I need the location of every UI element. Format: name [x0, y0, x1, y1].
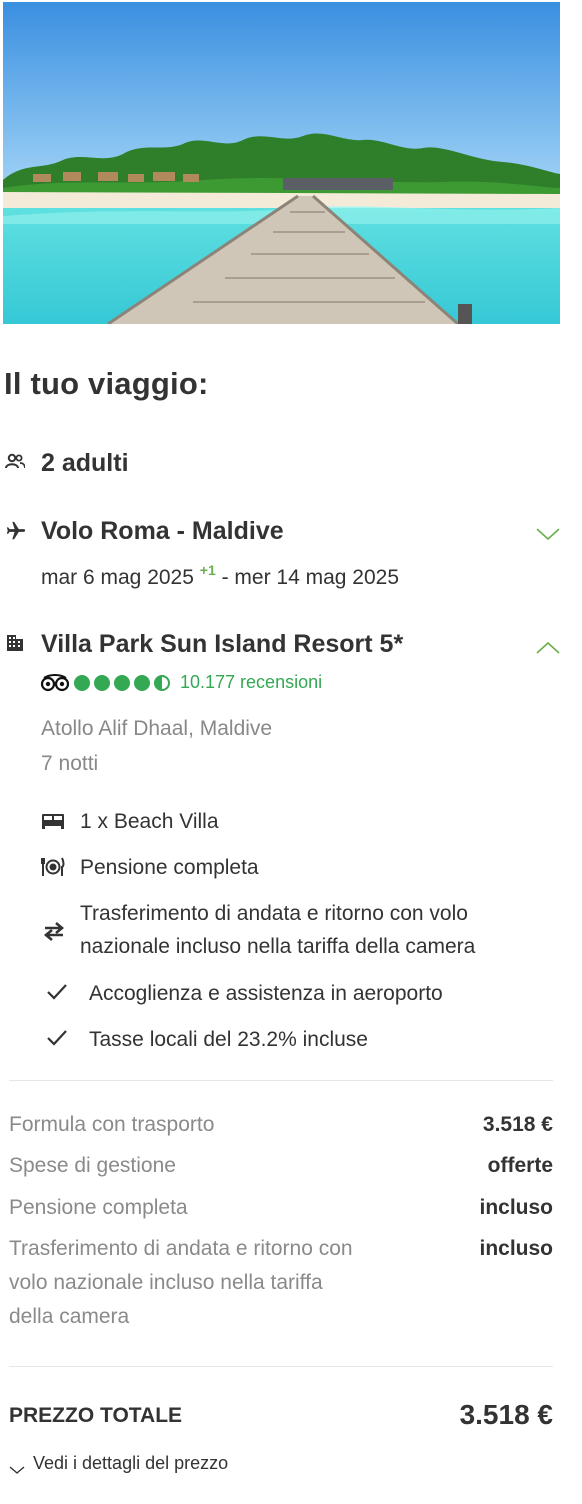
rating-dot-full	[134, 674, 150, 691]
flight-return-date: - mer 14 mag 2025	[221, 566, 400, 589]
rating-dot-full	[74, 674, 90, 691]
feature-board: Pensione completa	[80, 856, 259, 879]
hero-image	[3, 2, 560, 324]
chevron-down-icon	[9, 1459, 25, 1474]
flight-depart-date: mar 6 mag 2025	[41, 566, 194, 589]
price-row: Spese di gestione offerte	[9, 1149, 553, 1183]
flight-chevron-down-icon[interactable]	[535, 526, 561, 542]
hotel-nights: 7 notti	[41, 752, 99, 775]
price-value: incluso	[479, 1196, 553, 1219]
rating-dot-full	[94, 674, 110, 691]
hotel-rating[interactable]: 10.177 recensioni	[40, 672, 322, 693]
price-label: Pensione completa	[9, 1196, 188, 1219]
divider	[9, 1366, 553, 1367]
price-label: Trasferimento di andata e ritorno con vo…	[9, 1237, 353, 1328]
rating-dot-half	[154, 674, 170, 691]
airplane-icon	[5, 520, 27, 542]
price-value: offerte	[487, 1154, 553, 1177]
total-price-label: PREZZO TOTALE	[9, 1404, 183, 1427]
total-price-value: 3.518 €	[459, 1399, 553, 1430]
price-row: Pensione completa incluso	[9, 1191, 553, 1225]
feature-airport: Accoglienza e assistenza in aeroporto	[89, 982, 443, 1005]
bed-icon	[41, 810, 64, 832]
feature-room: 1 x Beach Villa	[80, 810, 219, 833]
travelers-label: 2 adulti	[41, 449, 129, 477]
transfer-arrows-icon	[41, 920, 65, 942]
page-title: Il tuo viaggio:	[4, 366, 209, 401]
price-details-label: Vedi i dettagli del prezzo	[33, 1453, 229, 1473]
flight-title: Volo Roma - Maldive	[41, 517, 284, 545]
price-value: 3.518 €	[482, 1113, 553, 1136]
hotel-chevron-up-icon[interactable]	[535, 640, 561, 656]
price-details-link[interactable]: Vedi i dettagli del prezzo	[9, 1453, 228, 1474]
price-row: Trasferimento di andata e ritorno con vo…	[9, 1232, 553, 1334]
price-label: Spese di gestione	[9, 1154, 176, 1177]
check-icon	[46, 982, 68, 1004]
people-icon	[5, 452, 27, 474]
price-row: Formula con trasporto 3.518 €	[9, 1108, 553, 1142]
check-icon	[46, 1028, 68, 1050]
tripadvisor-icon	[40, 673, 70, 692]
hotel-title: Villa Park Sun Island Resort 5*	[41, 630, 404, 658]
dining-icon	[41, 856, 65, 878]
flight-dates: mar 6 mag 2025 +1 - mer 14 mag 2025	[41, 562, 399, 590]
feature-taxes: Tasse locali del 23.2% incluse	[89, 1028, 368, 1051]
feature-transfer: Trasferimento di andata e ritorno con vo…	[80, 902, 476, 958]
rating-dot-full	[114, 674, 130, 691]
building-icon	[5, 632, 27, 654]
price-value: incluso	[479, 1237, 553, 1260]
divider	[9, 1080, 553, 1081]
plus-day-badge: +1	[199, 562, 216, 578]
hotel-location: Atollo Alif Dhaal, Maldive	[41, 717, 273, 740]
price-label: Formula con trasporto	[9, 1113, 215, 1136]
reviews-link[interactable]: 10.177 recensioni	[180, 672, 322, 693]
